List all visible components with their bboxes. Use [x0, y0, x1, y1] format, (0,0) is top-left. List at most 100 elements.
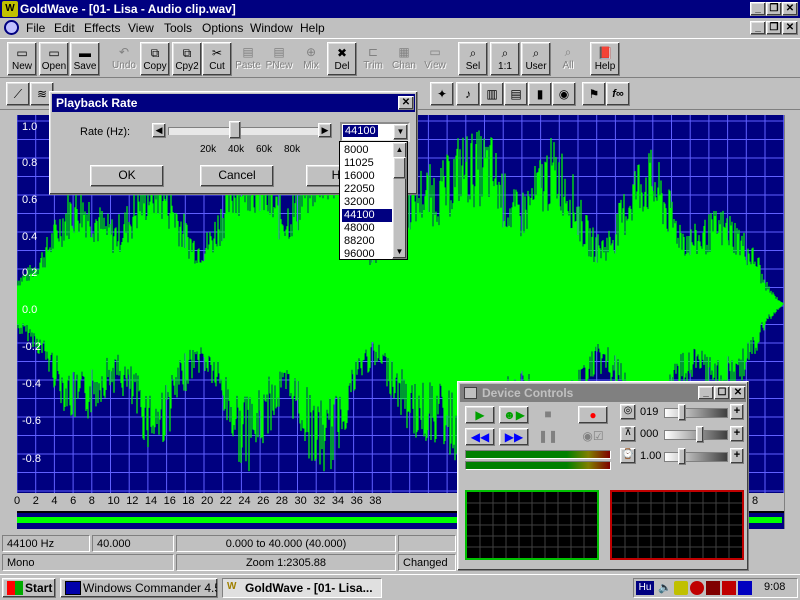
- main-title-bar[interactable]: W GoldWave - [01- Lisa - Audio clip.wav]…: [0, 0, 800, 18]
- rate-option[interactable]: 44100: [342, 209, 392, 222]
- record-button[interactable]: ●: [578, 406, 608, 424]
- rate-option[interactable]: 16000: [342, 170, 392, 183]
- menu-view[interactable]: View: [128, 21, 154, 35]
- toolbar-undo-button[interactable]: ↶ Undo: [109, 42, 139, 76]
- document-control-icon[interactable]: [4, 20, 19, 35]
- slider-left-arrow[interactable]: ◀: [152, 123, 166, 138]
- dialog-title-bar[interactable]: Playback Rate ✕: [52, 94, 415, 112]
- device-minimize-button[interactable]: _: [698, 386, 714, 400]
- rate-slider-track[interactable]: [168, 127, 318, 135]
- left-oscilloscope[interactable]: [465, 490, 599, 560]
- menu-file[interactable]: File: [26, 21, 45, 35]
- minimize-button[interactable]: _: [750, 2, 766, 16]
- toolbar-chan-button[interactable]: ▦ Chan: [389, 42, 419, 76]
- effect-marker-icon[interactable]: ⚑: [582, 82, 606, 106]
- tray-record-icon[interactable]: [690, 581, 704, 595]
- slider-right-arrow[interactable]: ▶: [318, 123, 332, 138]
- volume-slider[interactable]: [664, 408, 728, 418]
- tray-tool-icon[interactable]: [706, 581, 720, 595]
- effect-equalizer-icon[interactable]: ▥: [480, 82, 504, 106]
- rate-option[interactable]: 8000: [342, 144, 392, 157]
- toolbar-view-button[interactable]: ▭ View: [420, 42, 450, 76]
- fast-forward-button[interactable]: ▶▶: [499, 428, 529, 446]
- stop-button[interactable]: ■: [533, 406, 563, 424]
- toolbar-copy-button[interactable]: ⧉ Copy: [140, 42, 170, 76]
- play-selection-button[interactable]: ☻▶: [499, 406, 529, 424]
- tray-app-icon[interactable]: [674, 581, 688, 595]
- doc-close-button[interactable]: ✕: [782, 21, 798, 35]
- toolbar-open-button[interactable]: ▭ Open: [39, 42, 69, 76]
- cancel-button[interactable]: Cancel: [200, 165, 274, 187]
- toolbar-11-button[interactable]: ⌕ 1:1: [490, 42, 520, 76]
- rate-option[interactable]: 96000: [342, 248, 392, 261]
- record-options-button[interactable]: ◉☑: [578, 428, 608, 446]
- menu-effects[interactable]: Effects: [84, 21, 120, 35]
- restore-button[interactable]: ❐: [766, 2, 782, 16]
- tray-network-icon[interactable]: [738, 581, 752, 595]
- rate-option[interactable]: 88200: [342, 235, 392, 248]
- device-title-bar[interactable]: Device Controls _ ☐ ✕: [460, 384, 746, 402]
- effect-spectrum-icon[interactable]: ▤: [504, 82, 528, 106]
- balance-icon[interactable]: ⊼: [620, 426, 636, 442]
- toolbar-user-button[interactable]: ⌕ User: [521, 42, 551, 76]
- doc-restore-button[interactable]: ❐: [766, 21, 782, 35]
- volume-plus-button[interactable]: +: [730, 404, 744, 420]
- toolbar-save-button[interactable]: ▬ Save: [70, 42, 100, 76]
- menu-window[interactable]: Window: [250, 21, 293, 35]
- volume-thumb[interactable]: [678, 404, 686, 421]
- device-maximize-button[interactable]: ☐: [714, 386, 730, 400]
- task-goldwave[interactable]: W GoldWave - [01- Lisa...: [222, 578, 382, 598]
- combobox-dropdown-arrow[interactable]: ▼: [393, 124, 408, 140]
- toolbar-mix-button[interactable]: ⊕ Mix: [296, 42, 326, 76]
- rate-combobox[interactable]: 44100 ▼: [340, 122, 410, 142]
- dialog-close-button[interactable]: ✕: [398, 96, 414, 110]
- menu-options[interactable]: Options: [202, 21, 243, 35]
- language-indicator[interactable]: Hu: [636, 581, 654, 595]
- rewind-button[interactable]: ◀◀: [465, 428, 495, 446]
- rate-option[interactable]: 11025: [342, 157, 392, 170]
- menu-tools[interactable]: Tools: [164, 21, 192, 35]
- rate-option[interactable]: 32000: [342, 196, 392, 209]
- volume-icon[interactable]: ◎: [620, 404, 636, 420]
- speed-plus-button[interactable]: +: [730, 448, 744, 464]
- balance-plus-button[interactable]: +: [730, 426, 744, 442]
- menu-help[interactable]: Help: [300, 21, 325, 35]
- ok-button[interactable]: OK: [90, 165, 164, 187]
- rate-option[interactable]: 22050: [342, 183, 392, 196]
- toolbar-cut-button[interactable]: ✂ Cut: [202, 42, 232, 76]
- toolbar-sel-button[interactable]: ⌕ Sel: [458, 42, 488, 76]
- goldwave-app-icon[interactable]: W: [2, 1, 18, 17]
- speed-thumb[interactable]: [678, 448, 686, 465]
- balance-thumb[interactable]: [696, 426, 704, 443]
- rate-option[interactable]: 48000: [342, 222, 392, 235]
- pause-button[interactable]: ❚❚: [533, 428, 563, 446]
- close-button[interactable]: ✕: [782, 2, 798, 16]
- speed-slider[interactable]: [664, 452, 728, 462]
- dropdown-scroll-thumb[interactable]: [393, 157, 406, 179]
- effect-stereo-icon[interactable]: ◉: [552, 82, 576, 106]
- toolbar-help-button[interactable]: 📕 Help: [590, 42, 620, 76]
- speed-icon[interactable]: ⌚: [620, 448, 636, 464]
- effect-fade-icon[interactable]: ⟋: [6, 82, 30, 106]
- vertical-scrollbar[interactable]: [784, 115, 800, 529]
- toolbar-new-button[interactable]: ▭ New: [7, 42, 37, 76]
- toolbar-pnew-button[interactable]: ▤ PNew: [264, 42, 294, 76]
- device-close-button[interactable]: ✕: [730, 386, 746, 400]
- play-button[interactable]: ▶: [465, 406, 495, 424]
- toolbar-paste-button[interactable]: ▤ Paste: [233, 42, 263, 76]
- speaker-icon[interactable]: 🔈: [658, 581, 672, 594]
- effect-expression-icon[interactable]: f∞: [606, 82, 630, 106]
- menu-edit[interactable]: Edit: [54, 21, 75, 35]
- effect-pitch-icon[interactable]: ♪: [456, 82, 480, 106]
- dropdown-scrollbar[interactable]: ▲ ▼: [392, 142, 407, 259]
- dropdown-scroll-up-icon[interactable]: ▲: [393, 143, 406, 156]
- start-button[interactable]: Start: [2, 578, 56, 598]
- rate-slider-thumb[interactable]: [228, 121, 241, 139]
- right-oscilloscope[interactable]: [610, 490, 744, 560]
- dropdown-scroll-down-icon[interactable]: ▼: [393, 245, 406, 258]
- toolbar-trim-button[interactable]: ⊏ Trim: [358, 42, 388, 76]
- effect-resample-icon[interactable]: ✦: [430, 82, 454, 106]
- toolbar-all-button[interactable]: ⌕ All: [553, 42, 583, 76]
- doc-minimize-button[interactable]: _: [750, 21, 766, 35]
- task-windows-commander[interactable]: Windows Commander 4.51...: [60, 578, 218, 598]
